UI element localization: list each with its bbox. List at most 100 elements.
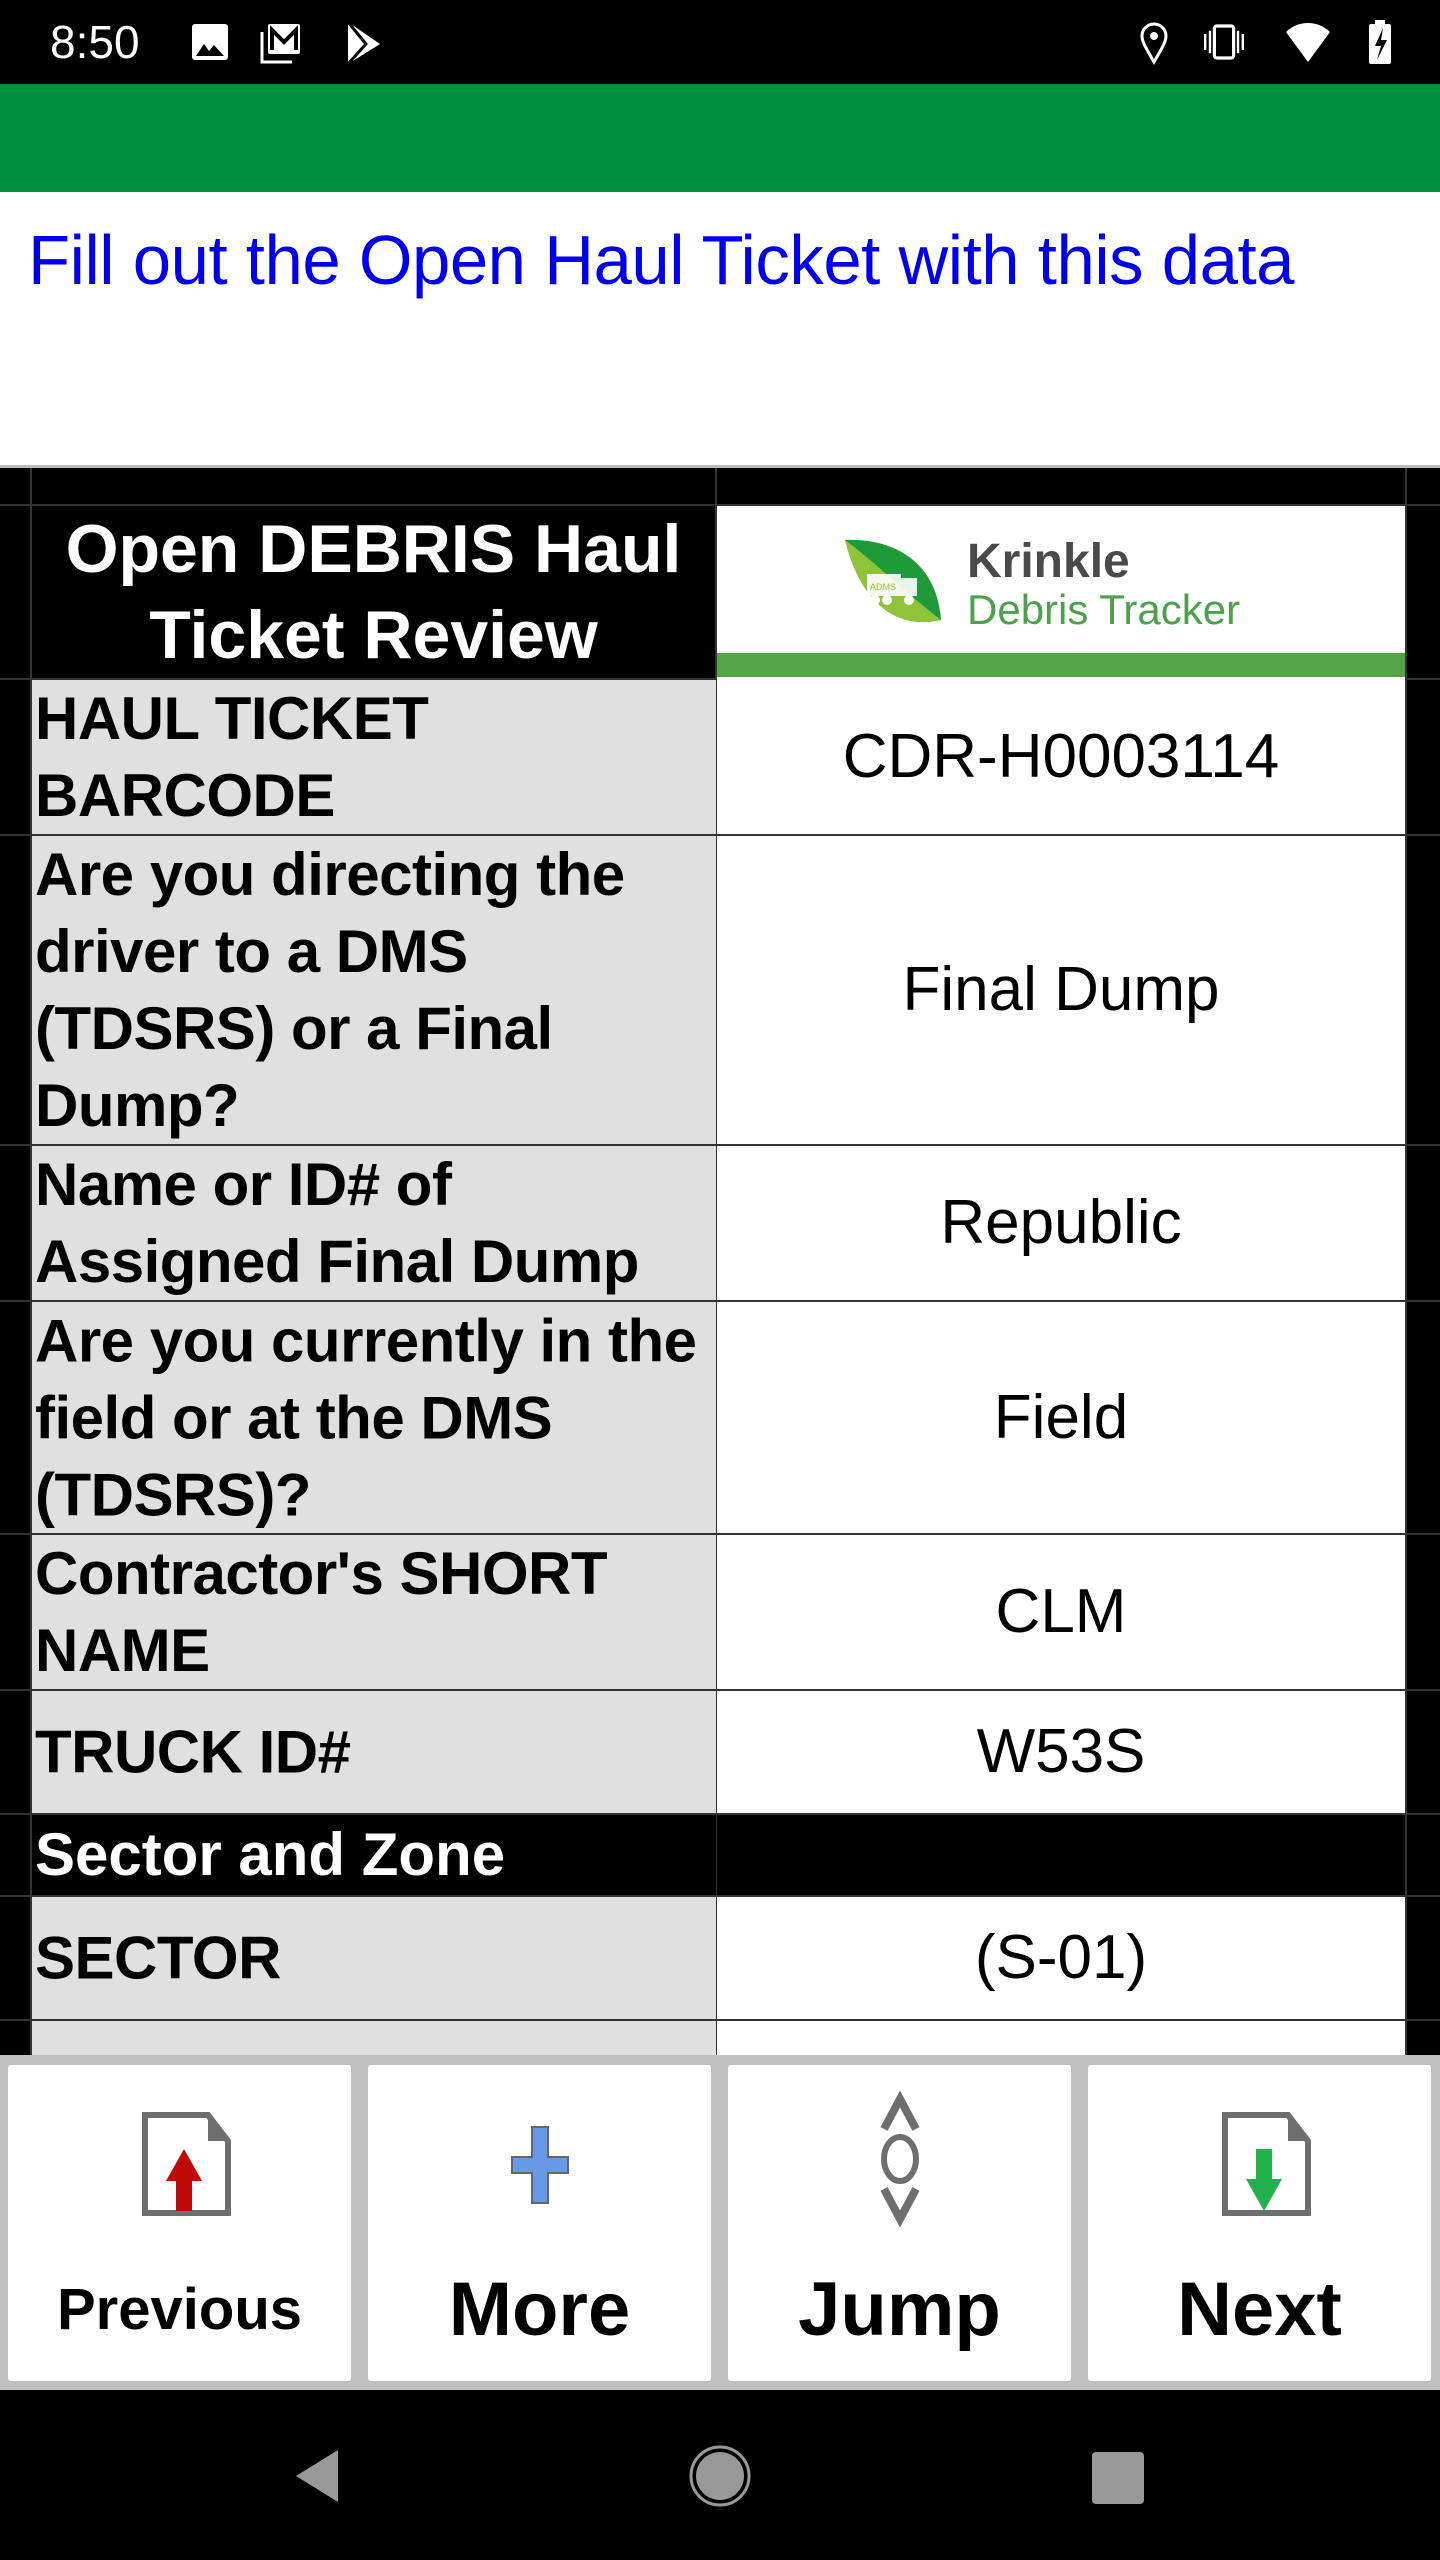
status-bar: 8:50 bbox=[0, 0, 1440, 84]
field-label-cell: Name or ID# of Assigned Final Dump bbox=[32, 1146, 717, 1302]
sector-value: (S-01) bbox=[974, 1923, 1148, 1992]
field-value-cell[interactable]: Field bbox=[717, 1302, 1405, 1535]
table-row: TRUCK ID# W53S bbox=[0, 1691, 1440, 1815]
field-value-cell[interactable]: (Z-01) bbox=[717, 2021, 1405, 2058]
field-value-cell[interactable]: CLM bbox=[717, 1535, 1405, 1691]
row-gutter bbox=[0, 1302, 32, 1535]
table-row: ZONE (Z-01) bbox=[0, 2021, 1440, 2058]
logo-cell: ADMS Krinkle Debris Tracker bbox=[717, 506, 1405, 680]
more-button[interactable]: More bbox=[368, 2065, 711, 2381]
row-gutter bbox=[0, 1691, 32, 1815]
page-down-arrow-icon bbox=[1221, 2112, 1311, 2216]
table-row: SECTOR (S-01) bbox=[0, 1897, 1440, 2021]
bottom-button-bar: Previous More Jump Next bbox=[0, 2055, 1440, 2390]
header-blank-cell bbox=[32, 468, 717, 506]
destination-type-value: Final Dump bbox=[902, 955, 1220, 1024]
section-header-cell: Sector and Zone bbox=[32, 1815, 717, 1897]
field-value-cell[interactable]: W53S bbox=[717, 1691, 1405, 1815]
row-gutter bbox=[0, 1146, 32, 1302]
status-time: 8:50 bbox=[50, 16, 140, 68]
app-bar bbox=[0, 84, 1440, 192]
truck-id-value: W53S bbox=[976, 1717, 1146, 1786]
row-gutter bbox=[0, 1897, 32, 2021]
field-label: SECTOR bbox=[35, 1924, 281, 1992]
field-label: HAUL TICKET BARCODE bbox=[35, 685, 429, 829]
row-gutter bbox=[0, 836, 32, 1146]
instruction-area: Fill out the Open Haul Ticket with this … bbox=[0, 192, 1440, 465]
current-location-value: Field bbox=[993, 1382, 1129, 1452]
ticket-sheet[interactable]: Open DEBRIS Haul Ticket Review ADMS Krin… bbox=[0, 465, 1440, 2058]
table-row: Name or ID# of Assigned Final Dump Repub… bbox=[0, 1146, 1440, 1302]
header-blank-cell bbox=[717, 468, 1405, 506]
instruction-text: Fill out the Open Haul Ticket with this … bbox=[28, 221, 1295, 299]
title-row: Open DEBRIS Haul Ticket Review ADMS Krin… bbox=[0, 506, 1440, 680]
table-row: HAUL TICKET BARCODE CDR-H0003114 bbox=[0, 680, 1440, 836]
page-up-arrow-icon bbox=[141, 2112, 231, 2216]
next-label: Next bbox=[1177, 2267, 1342, 2352]
row-gutter bbox=[0, 1535, 32, 1691]
table-row: Contractor's SHORT NAME CLM bbox=[0, 1535, 1440, 1691]
row-gutter bbox=[1405, 468, 1440, 506]
gmail-icon bbox=[260, 24, 300, 64]
row-gutter bbox=[1405, 836, 1440, 1146]
row-gutter bbox=[1405, 2021, 1440, 2058]
field-value-cell[interactable]: Republic bbox=[717, 1146, 1405, 1302]
logo-green-strip bbox=[717, 653, 1405, 677]
previous-button[interactable]: Previous bbox=[8, 2065, 351, 2381]
system-nav-bar bbox=[0, 2390, 1440, 2560]
jump-icon bbox=[879, 2090, 920, 2228]
recents-icon[interactable] bbox=[1090, 2450, 1146, 2506]
section-title: Sector and Zone bbox=[35, 1821, 506, 1888]
row-gutter bbox=[1405, 1815, 1440, 1897]
table-row: Are you directing the driver to a DMS (T… bbox=[0, 836, 1440, 1146]
field-value-cell[interactable]: Final Dump bbox=[717, 836, 1405, 1146]
field-label-cell: ZONE bbox=[32, 2021, 717, 2058]
field-label-cell: Are you currently in the field or at the… bbox=[32, 1302, 717, 1535]
field-label-cell: Are you directing the driver to a DMS (T… bbox=[32, 836, 717, 1146]
field-label: Are you currently in the field or at the… bbox=[35, 1307, 697, 1528]
back-icon[interactable] bbox=[286, 2446, 346, 2506]
field-value-cell[interactable]: (S-01) bbox=[717, 1897, 1405, 2021]
row-gutter bbox=[0, 2021, 32, 2058]
jump-label: Jump bbox=[798, 2267, 1001, 2352]
battery-charging-icon bbox=[1369, 20, 1391, 64]
wifi-icon bbox=[1286, 23, 1330, 62]
field-label: TRUCK ID# bbox=[35, 1718, 351, 1786]
row-gutter bbox=[1405, 1897, 1440, 2021]
logo-subtitle: Debris Tracker bbox=[967, 586, 1241, 633]
jump-button[interactable]: Jump bbox=[728, 2065, 1071, 2381]
field-label-cell: HAUL TICKET BARCODE bbox=[32, 680, 717, 836]
section-header-row: Sector and Zone bbox=[0, 1815, 1440, 1897]
home-icon[interactable] bbox=[688, 2444, 752, 2508]
row-gutter bbox=[1405, 1146, 1440, 1302]
row-gutter bbox=[1405, 680, 1440, 836]
field-label: Name or ID# of Assigned Final Dump bbox=[35, 1151, 639, 1295]
table-row: Are you currently in the field or at the… bbox=[0, 1302, 1440, 1535]
title-cell: Open DEBRIS Haul Ticket Review bbox=[32, 506, 717, 680]
row-gutter bbox=[0, 1815, 32, 1897]
sheet-title: Open DEBRIS Haul Ticket Review bbox=[65, 511, 682, 673]
row-gutter bbox=[0, 468, 32, 506]
row-gutter bbox=[0, 680, 32, 836]
krinkle-logo: ADMS Krinkle Debris Tracker bbox=[837, 530, 1297, 640]
vibrate-icon bbox=[1204, 24, 1244, 60]
location-icon bbox=[1140, 22, 1168, 66]
logo-brand: Krinkle bbox=[967, 535, 1130, 588]
row-gutter bbox=[1405, 1691, 1440, 1815]
row-gutter bbox=[0, 506, 32, 680]
more-label: More bbox=[448, 2267, 631, 2352]
next-button[interactable]: Next bbox=[1088, 2065, 1431, 2381]
final-dump-value: Republic bbox=[940, 1188, 1182, 1257]
logo-badge: ADMS bbox=[870, 582, 896, 592]
field-label-cell: TRUCK ID# bbox=[32, 1691, 717, 1815]
play-store-icon bbox=[346, 21, 380, 66]
header-spacer-row bbox=[0, 468, 1440, 506]
field-label: Are you directing the driver to a DMS (T… bbox=[35, 841, 625, 1139]
previous-label: Previous bbox=[57, 2277, 302, 2342]
field-value-cell[interactable]: CDR-H0003114 bbox=[717, 680, 1405, 836]
row-gutter bbox=[1405, 1302, 1440, 1535]
leaf-truck-icon: ADMS bbox=[845, 539, 941, 623]
row-gutter bbox=[1405, 1535, 1440, 1691]
photo-icon bbox=[192, 24, 228, 60]
section-blank-cell bbox=[717, 1815, 1405, 1897]
